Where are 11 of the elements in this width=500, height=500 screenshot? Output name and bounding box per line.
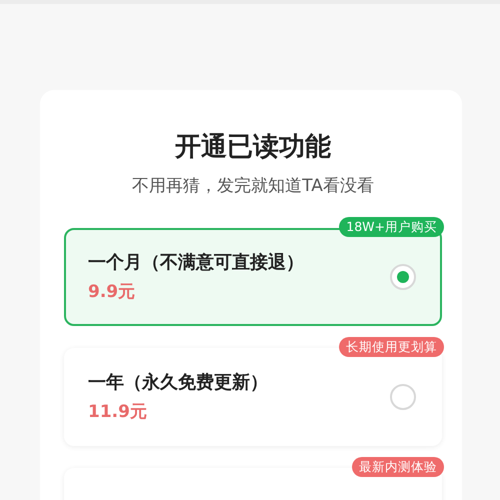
radio-button[interactable] xyxy=(390,384,416,410)
plan-badge: 长期使用更划算 xyxy=(339,337,444,357)
page-title: 开通已读功能 xyxy=(174,131,332,164)
plan-name: 一年（永久免费更新） xyxy=(88,371,268,395)
plan-price: 9.9元 xyxy=(88,281,136,303)
radio-button[interactable] xyxy=(390,264,416,290)
plan-badge: 18W+用户购买 xyxy=(339,217,444,237)
subtitle: 不用再猜，发完就知道TA看没看 xyxy=(131,175,375,198)
plan-badge: 最新内测体验 xyxy=(352,457,444,477)
plan-name: 一个月（不满意可直接退） xyxy=(88,251,304,275)
plan-price: 11.9元 xyxy=(88,401,148,423)
